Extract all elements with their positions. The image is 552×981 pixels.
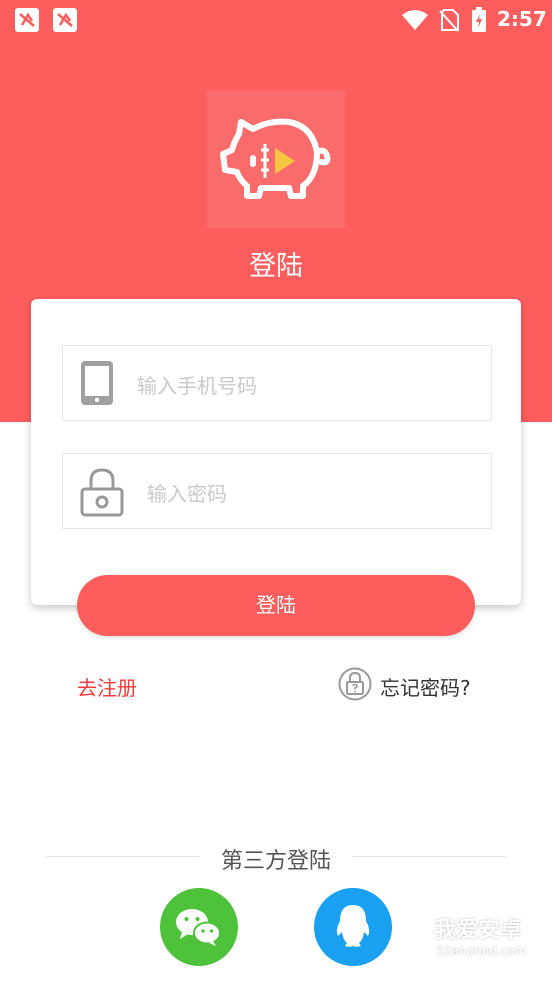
divider-right xyxy=(353,856,506,857)
phone-icon xyxy=(81,361,113,405)
piggy-bank-video-logo xyxy=(220,118,331,199)
phone-placeholder: 输入手机号码 xyxy=(137,374,257,398)
forgot-password-label: 忘记密码? xyxy=(380,676,471,700)
notification-app-icon xyxy=(53,8,77,32)
qq-icon xyxy=(336,905,370,947)
password-input[interactable]: 输入密码 xyxy=(62,453,492,529)
watermark: 我爱安卓 52android.com xyxy=(394,908,544,968)
password-placeholder: 输入密码 xyxy=(147,482,227,506)
lock-question-icon xyxy=(338,667,372,701)
android-robot-icon xyxy=(400,914,428,962)
wechat-icon xyxy=(176,909,221,946)
notification-app-icon xyxy=(15,8,39,32)
watermark-text: 我爱安卓 xyxy=(434,918,523,943)
login-card: 输入手机号码 输入密码 xyxy=(31,299,521,605)
third-party-title: 第三方登陆 xyxy=(220,849,331,874)
login-button[interactable]: 登陆 xyxy=(77,575,475,636)
status-bar: 2:57 xyxy=(0,0,552,40)
no-sim-icon xyxy=(439,9,459,32)
lock-icon xyxy=(80,468,124,517)
wechat-login-button[interactable] xyxy=(160,888,238,966)
register-link[interactable]: 去注册 xyxy=(77,672,137,701)
phone-input[interactable]: 输入手机号码 xyxy=(62,345,492,421)
battery-charging-icon xyxy=(472,7,486,32)
status-time: 2:57 xyxy=(497,7,547,31)
qq-login-button[interactable] xyxy=(314,888,392,966)
watermark-subtext: 52android.com xyxy=(436,944,527,958)
wifi-icon xyxy=(402,10,428,30)
page-title: 登陆 xyxy=(249,251,303,282)
app-logo xyxy=(207,90,345,228)
